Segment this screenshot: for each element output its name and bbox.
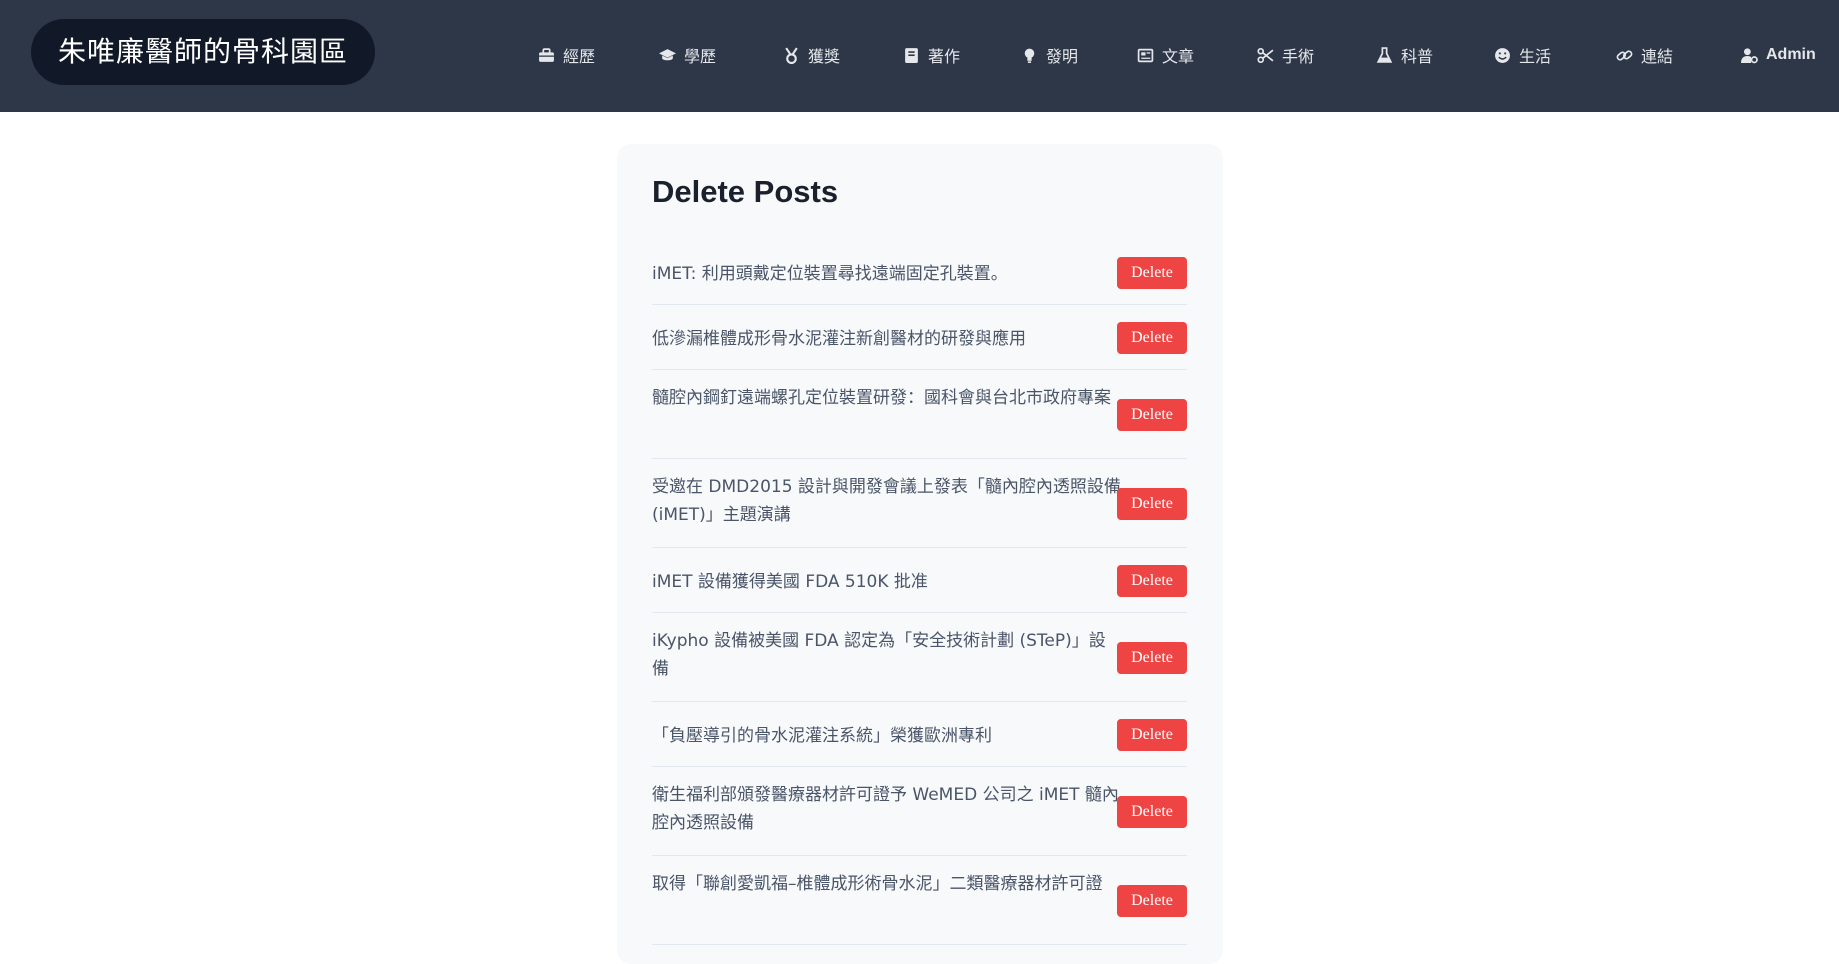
post-title: 受邀在 DMD2015 設計與開發會議上發表「髓內腔內透照設備 (iMET)」主… bbox=[652, 477, 1121, 525]
post-title: iMET 設備獲得美國 FDA 510K 批准 bbox=[652, 572, 928, 592]
nav-item-label: 著作 bbox=[928, 47, 961, 66]
nav-item-7[interactable]: 科普 bbox=[1376, 43, 1433, 67]
nav-item-10[interactable]: Admin bbox=[1741, 43, 1816, 67]
post-title: 衛生福利部頒發醫療器材許可證予 WeMED 公司之 iMET 髓內腔內透照設備 bbox=[652, 785, 1119, 833]
post-row: iKypho 設備被美國 FDA 認定為「安全技術計劃 (STeP)」設備 Del… bbox=[652, 613, 1187, 702]
nav-item-9[interactable]: 連結 bbox=[1616, 43, 1673, 67]
nav-item-2[interactable]: 獲獎 bbox=[783, 43, 840, 67]
main-nav: 經歷 學歷 獲獎 著作 發明 文章 手術 科普 生活 連結 Admin bbox=[0, 0, 1839, 112]
delete-button[interactable]: Delete bbox=[1117, 257, 1187, 289]
post-title: 取得「聯創愛凱福–椎體成形術骨水泥」二類醫療器材許可證 bbox=[652, 874, 1103, 894]
delete-button[interactable]: Delete bbox=[1117, 565, 1187, 597]
delete-button[interactable]: Delete bbox=[1117, 796, 1187, 828]
nav-item-4[interactable]: 發明 bbox=[1021, 43, 1078, 67]
post-row: 取得「聯創愛凱福–椎體成形術骨水泥」二類醫療器材許可證 Delete bbox=[652, 856, 1187, 945]
nav-item-label: 科普 bbox=[1401, 47, 1434, 66]
nav-item-label: 經歷 bbox=[563, 47, 596, 66]
nav-item-label: 發明 bbox=[1046, 47, 1079, 66]
post-title: iKypho 設備被美國 FDA 認定為「安全技術計劃 (STeP)」設備 bbox=[652, 631, 1106, 679]
post-row: iMET: 利用頭戴定位裝置尋找遠端固定孔裝置。 Delete bbox=[652, 240, 1187, 305]
top-navbar: 朱唯廉醫師的骨科園區 經歷 學歷 獲獎 著作 發明 文章 手術 科普 生活 連結 Admin bbox=[0, 0, 1839, 112]
nav-item-label: Admin bbox=[1766, 46, 1816, 63]
page-title: Delete Posts bbox=[652, 174, 839, 209]
nav-item-3[interactable]: 著作 bbox=[903, 43, 960, 67]
nav-item-label: 手術 bbox=[1282, 47, 1315, 66]
post-row: 低滲漏椎體成形骨水泥灌注新創醫材的研發與應用 Delete bbox=[652, 305, 1187, 370]
nav-item-1[interactable]: 學歷 bbox=[659, 43, 716, 67]
nav-item-label: 文章 bbox=[1162, 47, 1195, 66]
book-icon bbox=[903, 47, 920, 64]
post-title: 「負壓導引的骨水泥灌注系統」榮獲歐洲專利 bbox=[652, 726, 992, 746]
newspaper-icon bbox=[1137, 47, 1154, 64]
graduation-cap-icon bbox=[659, 47, 676, 64]
nav-item-0[interactable]: 經歷 bbox=[538, 43, 595, 67]
scissors-icon bbox=[1257, 47, 1274, 64]
link-icon bbox=[1616, 47, 1633, 64]
nav-item-label: 生活 bbox=[1519, 47, 1552, 66]
delete-button[interactable]: Delete bbox=[1117, 719, 1187, 751]
post-list: iMET: 利用頭戴定位裝置尋找遠端固定孔裝置。 Delete 低滲漏椎體成形骨水泥… bbox=[652, 240, 1187, 945]
post-row: 髓腔內鋼釘遠端螺孔定位裝置研發：國科會與台北市政府專案 Delete bbox=[652, 370, 1187, 459]
smile-icon bbox=[1494, 47, 1511, 64]
delete-button[interactable]: Delete bbox=[1117, 642, 1187, 674]
flask-icon bbox=[1376, 46, 1393, 64]
delete-button[interactable]: Delete bbox=[1117, 885, 1187, 917]
nav-item-label: 學歷 bbox=[684, 47, 717, 66]
user-gear-icon bbox=[1741, 47, 1758, 64]
delete-button[interactable]: Delete bbox=[1117, 399, 1187, 431]
medal-icon bbox=[783, 46, 800, 64]
post-title: iMET: 利用頭戴定位裝置尋找遠端固定孔裝置。 bbox=[652, 264, 1008, 284]
nav-item-8[interactable]: 生活 bbox=[1494, 43, 1551, 67]
post-row: iMET 設備獲得美國 FDA 510K 批准 Delete bbox=[652, 548, 1187, 613]
post-row: 衛生福利部頒發醫療器材許可證予 WeMED 公司之 iMET 髓內腔內透照設備 D… bbox=[652, 767, 1187, 856]
nav-item-label: 連結 bbox=[1641, 47, 1674, 66]
post-title: 低滲漏椎體成形骨水泥灌注新創醫材的研發與應用 bbox=[652, 329, 1026, 349]
nav-item-6[interactable]: 手術 bbox=[1257, 43, 1314, 67]
briefcase-icon bbox=[538, 47, 555, 64]
nav-item-5[interactable]: 文章 bbox=[1137, 43, 1194, 67]
delete-button[interactable]: Delete bbox=[1117, 322, 1187, 354]
nav-item-label: 獲獎 bbox=[808, 47, 841, 66]
post-title: 髓腔內鋼釘遠端螺孔定位裝置研發：國科會與台北市政府專案 bbox=[652, 388, 1111, 408]
post-row: 「負壓導引的骨水泥灌注系統」榮獲歐洲專利 Delete bbox=[652, 702, 1187, 767]
post-row: 受邀在 DMD2015 設計與開發會議上發表「髓內腔內透照設備 (iMET)」主… bbox=[652, 459, 1187, 548]
delete-button[interactable]: Delete bbox=[1117, 488, 1187, 520]
lightbulb-icon bbox=[1021, 47, 1038, 64]
delete-posts-panel: Delete Posts iMET: 利用頭戴定位裝置尋找遠端固定孔裝置。 Del… bbox=[617, 144, 1223, 964]
